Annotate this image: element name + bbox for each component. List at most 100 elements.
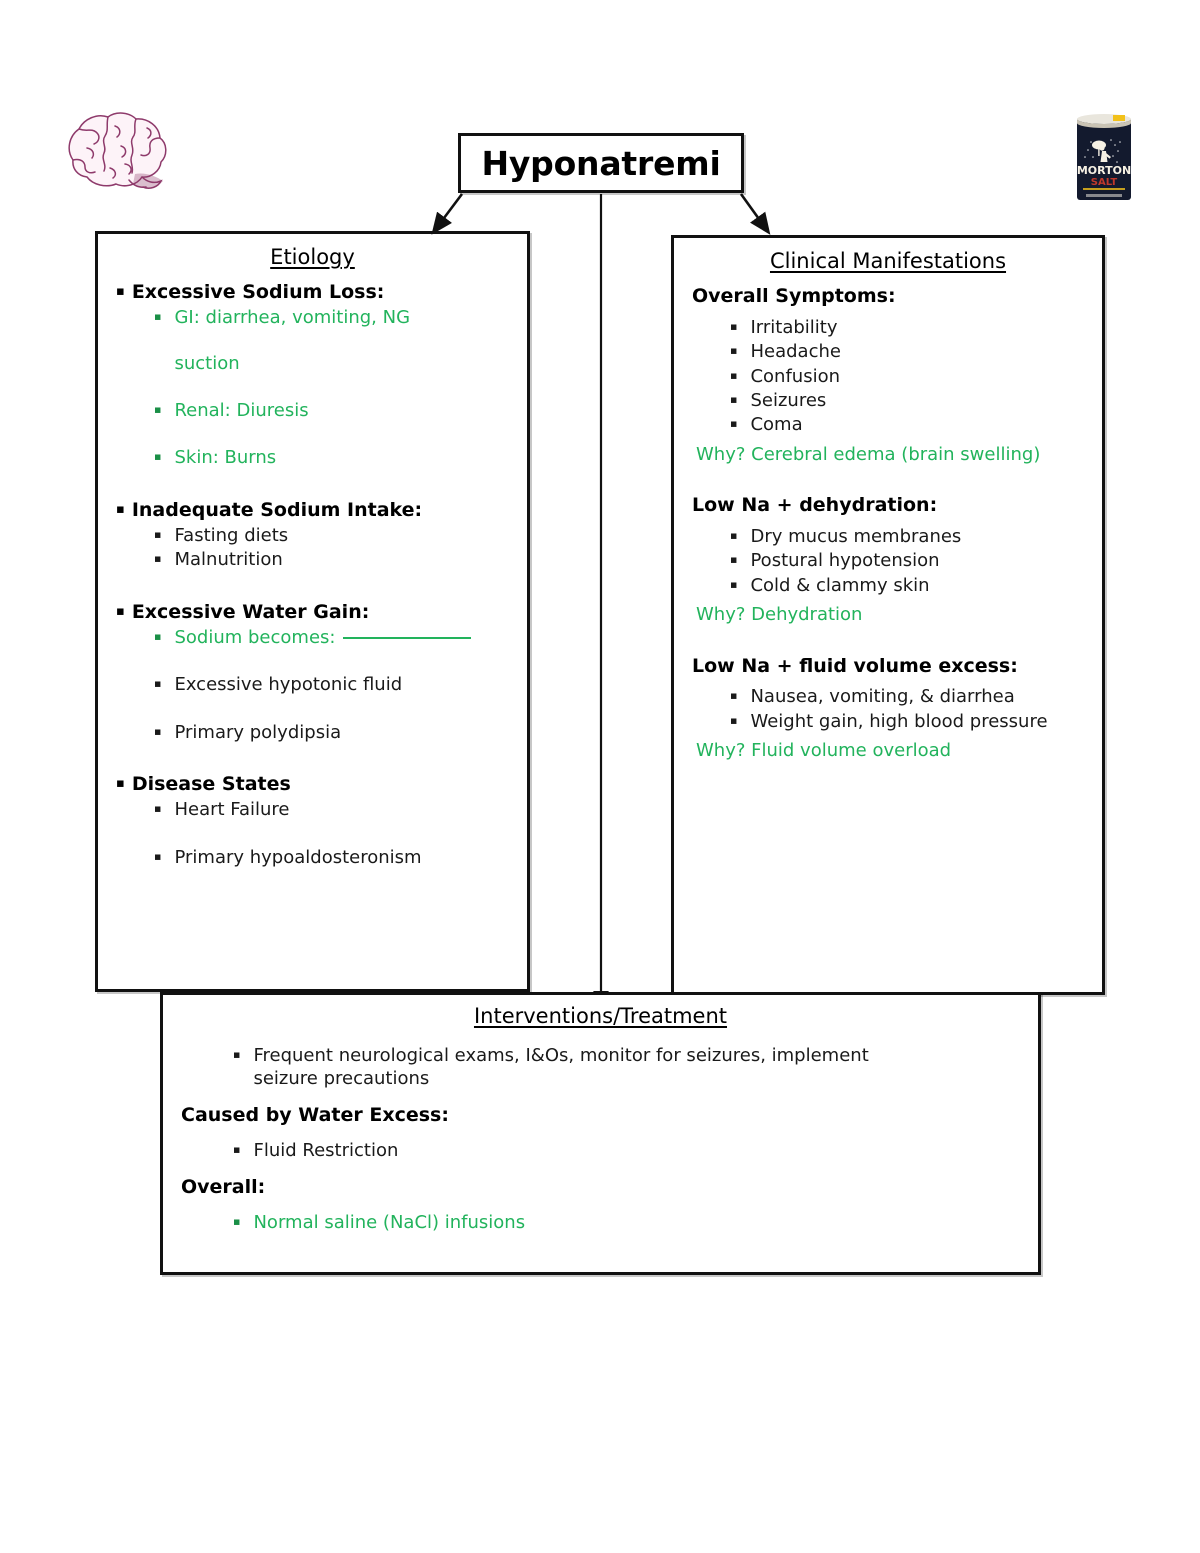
concept-map-page: MORTON SALT Hyponatremi Etiology ▪ Exces… [0, 0, 1200, 1553]
list-item-label: Sodium becomes: [174, 626, 336, 648]
clinical-sublist: ▪ Nausea, vomiting, & diarrhea ▪ Weight … [692, 685, 1088, 733]
square-bullet-icon: ▪ [154, 724, 162, 738]
list-item-label: Cold & clammy skin [750, 574, 930, 596]
salt-product-label: SALT [1091, 177, 1118, 188]
interventions-section-head: Caused by Water Excess: [181, 1104, 449, 1127]
interventions-intro-list: ▪ Frequent neurological exams, I&Os, mon… [181, 1044, 1024, 1090]
list-item-label: Coma [750, 414, 803, 436]
etiology-group-label: Disease States [131, 773, 291, 796]
square-bullet-icon: ▪ [116, 776, 125, 792]
list-item: ▪ Excessive hypotonic fluid [154, 673, 513, 696]
square-bullet-icon: ▪ [154, 310, 162, 324]
list-item-label: Weight gain, high blood pressure [750, 710, 1048, 732]
square-bullet-icon: ▪ [730, 319, 738, 333]
list-item-label: Dry mucus membranes [750, 525, 962, 547]
interventions-body: ▪ Frequent neurological exams, I&Os, mon… [163, 1044, 1038, 1234]
square-bullet-icon: ▪ [154, 527, 162, 541]
square-bullet-icon: ▪ [730, 553, 738, 567]
salt-brand-label: MORTON [1077, 164, 1131, 177]
interventions-sublist: ▪ Fluid Restriction [181, 1139, 1024, 1162]
salt-container-icon: MORTON SALT [1077, 114, 1131, 200]
list-item: ▪ GI: diarrhea, vomiting, NG suction [154, 306, 513, 375]
list-item-label: Fasting diets [174, 524, 289, 546]
list-item-label: Heart Failure [174, 799, 290, 821]
list-item-label: Seizures [750, 389, 827, 411]
list-item: ▪ Dry mucus membranes [730, 525, 1088, 548]
square-bullet-icon: ▪ [233, 1142, 241, 1156]
list-item-continuation: suction [174, 352, 240, 374]
square-bullet-icon: ▪ [730, 713, 738, 727]
list-item: ▪ Nausea, vomiting, & diarrhea [730, 685, 1088, 708]
list-item-label: Nausea, vomiting, & diarrhea [750, 686, 1015, 708]
list-item: ▪ Irritability [730, 316, 1088, 339]
square-bullet-icon: ▪ [233, 1048, 241, 1061]
list-item: ▪ Fluid Restriction [233, 1139, 1024, 1162]
list-item-continuation: seizure precautions [253, 1068, 430, 1090]
brain-icon [68, 112, 167, 189]
square-bullet-icon: ▪ [233, 1214, 241, 1228]
list-item: ▪ Frequent neurological exams, I&Os, mon… [233, 1044, 1024, 1090]
list-item-label: Postural hypotension [750, 550, 940, 572]
clinical-body: Overall Symptoms: ▪ Irritability ▪ Heada… [674, 285, 1102, 762]
interventions-section-head: Overall: [181, 1175, 266, 1198]
list-item-label: Frequent neurological exams, I&Os, monit… [253, 1045, 869, 1066]
list-item: ▪ Renal: Diuresis [154, 399, 513, 422]
square-bullet-icon: ▪ [154, 402, 162, 416]
clinical-group-head: Low Na + dehydration: [692, 494, 938, 517]
clinical-sublist: ▪ Irritability ▪ Headache ▪ Confusion ▪ … [692, 316, 1088, 437]
list-item-label: Renal: Diuresis [174, 399, 309, 421]
square-bullet-icon: ▪ [730, 368, 738, 382]
etiology-group-label: Excessive Water Gain: [131, 600, 370, 623]
square-bullet-icon: ▪ [154, 450, 162, 464]
etiology-group-label: Excessive Sodium Loss: [131, 281, 385, 303]
list-item-label: Malnutrition [174, 549, 283, 571]
etiology-group-head: ▪ Inadequate Sodium Intake: [116, 499, 513, 522]
etiology-sublist: ▪ Heart Failure ▪ Primary hypoaldosteron… [116, 798, 513, 869]
square-bullet-icon: ▪ [730, 528, 738, 542]
clinical-why-note: Why? Cerebral edema (brain swelling) [696, 443, 1041, 465]
clinical-why-note: Why? Fluid volume overload [696, 740, 952, 762]
list-item-label: Primary hypoaldosteronism [174, 846, 422, 868]
interventions-sublist: ▪ Normal saline (NaCl) infusions [181, 1211, 1024, 1234]
fill-in-blank-underline [343, 636, 472, 639]
etiology-sublist: ▪ GI: diarrhea, vomiting, NG suction ▪ R… [116, 306, 513, 470]
etiology-sublist: ▪ Sodium becomes: ▪ Excessive hypotonic … [116, 626, 513, 744]
list-item-label: Headache [750, 341, 841, 363]
list-item: ▪ Weight gain, high blood pressure [730, 710, 1088, 733]
list-item: ▪ Malnutrition [154, 548, 513, 571]
square-bullet-icon: ▪ [116, 501, 125, 517]
list-item: ▪ Coma [730, 413, 1088, 436]
list-item: ▪ Cold & clammy skin [730, 574, 1088, 597]
list-item: ▪ Confusion [730, 365, 1088, 388]
etiology-group-head: ▪ Excessive Water Gain: [116, 601, 513, 624]
list-item: ▪ Normal saline (NaCl) infusions [233, 1211, 1024, 1234]
square-bullet-icon: ▪ [730, 344, 738, 358]
interventions-node: Interventions/Treatment ▪ Frequent neuro… [160, 992, 1041, 1275]
list-item-label: Primary polydipsia [174, 721, 342, 743]
etiology-group-head: ▪ Disease States [116, 773, 513, 796]
etiology-group-head: ▪ Excessive Sodium Loss: [116, 281, 513, 304]
square-bullet-icon: ▪ [154, 629, 162, 643]
square-bullet-icon: ▪ [730, 577, 738, 591]
arrow-title-to-clinical [739, 193, 771, 235]
title-node: Hyponatremi [458, 133, 744, 193]
list-item: ▪ Heart Failure [154, 798, 513, 821]
list-item-label: Confusion [750, 365, 841, 387]
list-item-label: Excessive hypotonic fluid [174, 674, 403, 696]
list-item: ▪ Headache [730, 340, 1088, 363]
list-item-label: Irritability [750, 316, 838, 338]
list-item-label: Fluid Restriction [253, 1139, 399, 1161]
square-bullet-icon: ▪ [730, 417, 738, 431]
clinical-group-head: Low Na + fluid volume excess: [692, 654, 1018, 677]
etiology-body: ▪ Excessive Sodium Loss: ▪ GI: diarrhea,… [98, 281, 527, 869]
etiology-group-label: Inadequate Sodium Intake: [131, 498, 423, 521]
clinical-why-note: Why? Dehydration [696, 604, 863, 626]
etiology-sublist: ▪ Fasting diets ▪ Malnutrition [116, 524, 513, 572]
square-bullet-icon: ▪ [116, 603, 125, 619]
square-bullet-icon: ▪ [730, 392, 738, 406]
clinical-heading: Clinical Manifestations [769, 249, 1007, 273]
list-item: ▪ Primary hypoaldosteronism [154, 846, 513, 869]
list-item: ▪ Sodium becomes: [154, 626, 513, 649]
clinical-sublist: ▪ Dry mucus membranes ▪ Postural hypoten… [692, 525, 1088, 597]
arrow-title-to-etiology [431, 193, 464, 235]
